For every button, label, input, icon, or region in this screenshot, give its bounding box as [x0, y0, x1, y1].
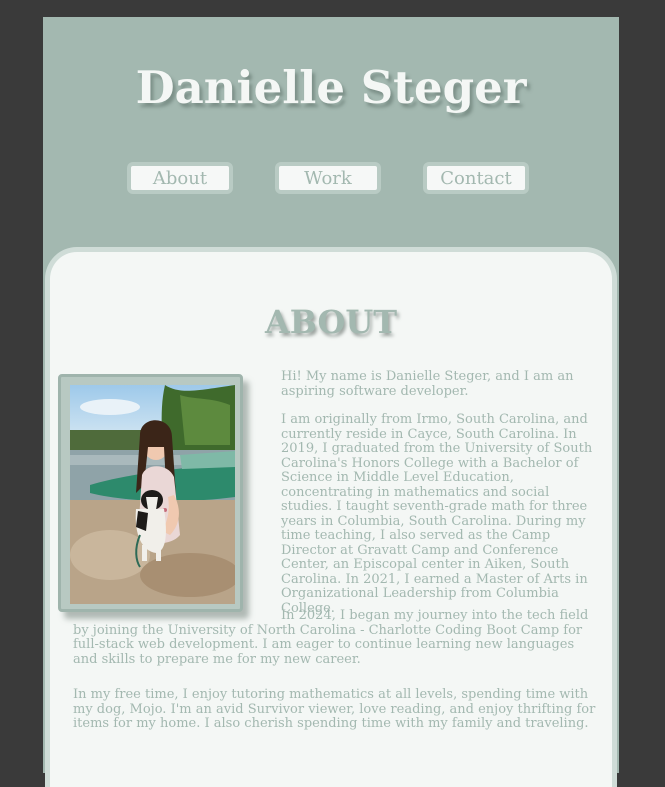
nav-contact-button[interactable]: Contact — [423, 162, 529, 194]
bio-paragraph-tech: In 2024, I began my journey into the tec… — [73, 608, 589, 667]
profile-photo — [70, 385, 235, 604]
bio-paragraph-intro: Hi! My name is Danielle Steger, and I am… — [281, 369, 574, 399]
about-section: ABOUT Hi! My name is Danielle Steger, an… — [45, 247, 617, 787]
nav-work-button[interactable]: Work — [275, 162, 381, 194]
profile-photo-frame — [58, 374, 243, 612]
bio-paragraph-background: I am originally from Irmo, South Carolin… — [281, 412, 593, 616]
site-title: Danielle Steger — [135, 61, 527, 114]
nav-about-button[interactable]: About — [127, 162, 233, 194]
about-heading: ABOUT — [264, 303, 398, 341]
bio-paragraph-free-time: In my free time, I enjoy tutoring mathem… — [73, 687, 596, 731]
page-container: Danielle Steger About Work Contact ABOUT — [43, 17, 619, 787]
